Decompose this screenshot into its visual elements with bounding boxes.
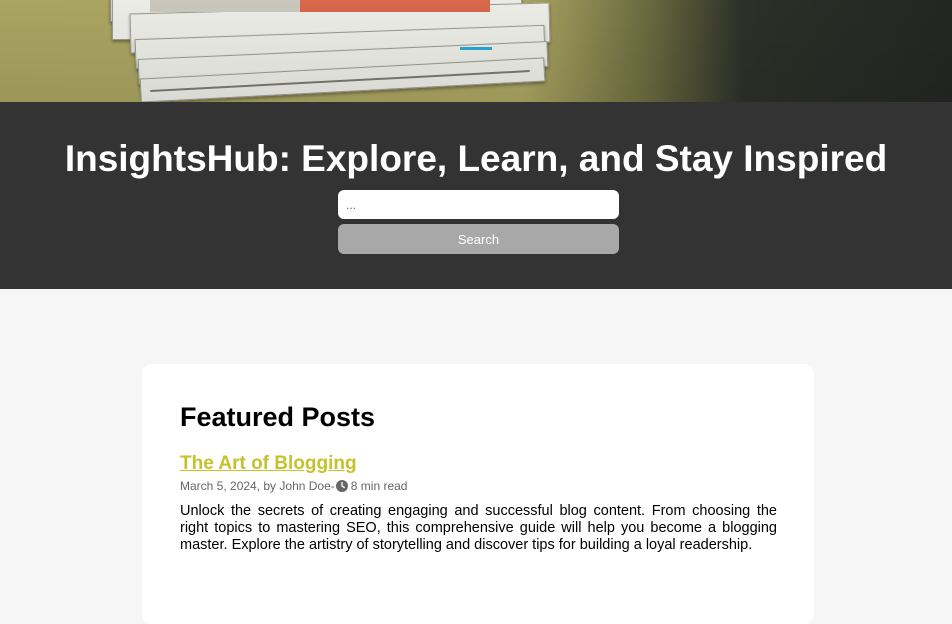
hero-image — [0, 0, 952, 102]
post-author-prefix: , by — [256, 479, 280, 493]
search-input[interactable] — [338, 190, 619, 219]
post-read-time: 8 min read — [350, 479, 408, 493]
hero-shade — [0, 0, 952, 102]
post-meta: March 5, 2024 , by John Doe - 8 min read — [180, 479, 407, 493]
featured-posts-heading: Featured Posts — [180, 402, 376, 432]
site-title: InsightsHub: Explore, Learn, and Stay In… — [64, 138, 888, 179]
post-title-link[interactable]: The Art of Blogging — [180, 452, 357, 476]
clock-icon — [335, 480, 348, 492]
post-meta-separator: - — [330, 479, 335, 493]
post-excerpt: Unlock the secrets of creating engaging … — [180, 503, 777, 553]
post-date: March 5, 2024 — [180, 479, 257, 493]
post-author: John Doe — [279, 479, 331, 493]
search-button[interactable]: Search — [338, 224, 619, 254]
